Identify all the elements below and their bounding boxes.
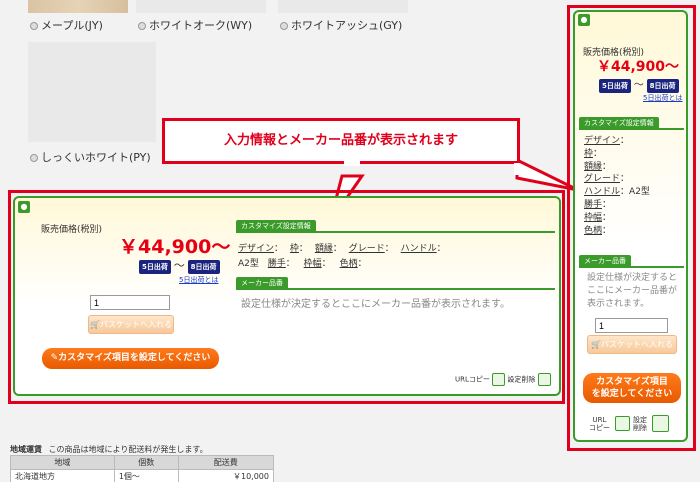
swatch-label-white-ash[interactable]: ホワイトアッシュ(GY) — [280, 17, 402, 33]
side-attr-handle[interactable]: ハンドル — [584, 187, 620, 197]
shipping-table: 地域 個数 配送費 北海道地方 1個～ ￥10,000 — [10, 455, 275, 482]
attr-design[interactable]: デザイン — [238, 244, 274, 254]
custom-section-header: カスタマイズ設定情報 — [236, 220, 555, 233]
swatch-plaster-white[interactable] — [28, 42, 156, 142]
ship-from-badge: 5日出荷 — [139, 260, 171, 274]
side-attr-frame-width[interactable]: 枠幅 — [584, 213, 602, 223]
radio-icon[interactable] — [280, 22, 288, 30]
side-customize-panel: ● 販売価格(税別) ￥44,900～ 5日出荷 ～ 8日出荷 5日出荷とは カ… — [573, 10, 688, 442]
radio-icon[interactable] — [30, 22, 38, 30]
basket-icon: 🛒 — [90, 320, 100, 329]
side-attr-design[interactable]: デザイン — [584, 136, 620, 146]
side-copy-icon[interactable] — [615, 416, 630, 431]
shipping-table-header: 地域 個数 配送費 — [10, 455, 275, 470]
radio-icon[interactable] — [138, 22, 146, 30]
side-basket-icon: 🛒 — [591, 340, 601, 349]
swatch-label-plaster-white[interactable]: しっくいホワイト(PY) — [30, 149, 151, 165]
attr-handle[interactable]: ハンドル — [401, 244, 437, 254]
url-copy-reset: URLコピー 設定削除 — [455, 373, 551, 386]
panel-badge-icon: ● — [18, 201, 30, 213]
handle-value: A2型 — [238, 259, 259, 269]
shipping-note: この商品は地域により配送料が発生します。 — [48, 445, 208, 454]
side-url-copy-button[interactable]: URL コピー — [589, 416, 610, 432]
radio-icon[interactable] — [30, 154, 38, 162]
side-ship-range: 5日出荷 ～ 8日出荷 — [599, 76, 679, 93]
side-handle-value: A2型 — [629, 187, 650, 198]
swatch-white-ash[interactable] — [278, 0, 408, 13]
side-basket-button[interactable]: 🛒バスケットへ入れる — [587, 335, 677, 354]
side-ship-info-link[interactable]: 5日出荷とは — [643, 93, 682, 103]
shipping-header: 地域運賃 この商品は地域により配送料が発生します。 — [10, 444, 208, 455]
attr-swing[interactable]: 勝手 — [268, 259, 286, 269]
url-copy-button[interactable]: URLコピー — [455, 376, 490, 384]
reset-icon[interactable] — [537, 373, 551, 386]
side-maker-section-header: メーカー品番 — [579, 255, 684, 268]
side-attr-color[interactable]: 色柄 — [584, 226, 602, 236]
shipping-cell-qty: 1個～ — [113, 469, 179, 482]
side-quantity-input[interactable] — [595, 318, 668, 333]
swatch-label-white-oak[interactable]: ホワイトオーク(WY) — [138, 17, 252, 33]
attr-casing[interactable]: 額縁 — [315, 244, 333, 254]
price-label: 販売価格(税別) — [41, 225, 103, 235]
shipping-col-region: 地域 — [10, 455, 115, 470]
side-reset-icon[interactable] — [652, 415, 669, 432]
attr-frame-width[interactable]: 枠幅 — [304, 259, 322, 269]
side-attr-frame[interactable]: 枠 — [584, 149, 593, 159]
callout-box: 入力情報とメーカー品番が表示されます — [162, 118, 520, 164]
side-ship-from-badge: 5日出荷 — [599, 79, 631, 93]
side-attr-grade[interactable]: グレード — [584, 174, 620, 184]
shipping-col-qty: 個数 — [113, 455, 179, 470]
swatch-maple[interactable] — [28, 0, 128, 13]
basket-button[interactable]: 🛒バスケットへ入れる — [88, 315, 174, 334]
ship-info-link[interactable]: 5日出荷とは — [179, 275, 218, 285]
attr-grade[interactable]: グレード — [349, 244, 385, 254]
maker-text: 設定仕様が決定するとここにメーカー品番が表示されます。 — [241, 299, 510, 310]
side-custom-attrs: デザイン： 枠： 額縁： グレード： ハンドル：A2型 勝手： 枠幅： 色柄： — [584, 136, 650, 236]
side-ship-tilde: ～ — [633, 80, 644, 91]
custom-attrs-row2: A2型 勝手： 枠幅： 色柄： — [238, 259, 367, 269]
attr-color[interactable]: 色柄 — [340, 259, 358, 269]
side-ship-to-badge: 8日出荷 — [646, 79, 679, 93]
ship-range: 5日出荷 ～ 8日出荷 — [139, 257, 220, 274]
side-reset-button[interactable]: 設定 削除 — [633, 416, 647, 432]
shipping-title: 地域運賃 — [10, 445, 42, 454]
main-customize-panel: ● 販売価格(税別) ￥44,900～ 5日出荷 ～ 8日出荷 5日出荷とは 🛒… — [13, 196, 561, 396]
swatch-white-oak[interactable] — [136, 0, 266, 13]
side-customize-button[interactable]: カスタマイズ項目 を設定してください — [583, 373, 681, 403]
table-row: 北海道地方 1個～ ￥10,000 — [10, 469, 275, 482]
shipping-cell-region: 北海道地方 — [10, 469, 115, 482]
side-attr-swing[interactable]: 勝手 — [584, 200, 602, 210]
copy-icon[interactable] — [492, 373, 506, 386]
ship-to-badge: 8日出荷 — [187, 260, 220, 274]
shipping-cell-fee: ￥10,000 — [177, 469, 275, 482]
attr-frame[interactable]: 枠 — [290, 244, 299, 254]
custom-attrs-row1: デザイン： 枠： 額縁： グレード： ハンドル： — [238, 244, 446, 254]
customize-button[interactable]: ✎カスタマイズ項目を設定してください — [42, 348, 219, 369]
side-price-value: ￥44,900～ — [597, 59, 680, 75]
side-panel-badge-icon: ● — [578, 14, 590, 26]
ship-tilde: ～ — [173, 259, 185, 272]
side-custom-section-header: カスタマイズ設定情報 — [579, 117, 684, 130]
side-maker-text: 設定仕様が決定するとここにメーカー品番が表示されます。 — [587, 273, 678, 309]
quantity-input[interactable] — [90, 295, 170, 310]
callout-joint-right — [514, 163, 520, 175]
swatch-label-maple[interactable]: メープル(JY) — [30, 17, 103, 33]
price-value: ￥44,900～ — [119, 236, 231, 258]
shipping-col-fee: 配送費 — [177, 455, 275, 470]
reset-button[interactable]: 設定削除 — [507, 376, 535, 384]
side-attr-casing[interactable]: 額縁 — [584, 162, 602, 172]
maker-section-header: メーカー品番 — [236, 277, 555, 290]
